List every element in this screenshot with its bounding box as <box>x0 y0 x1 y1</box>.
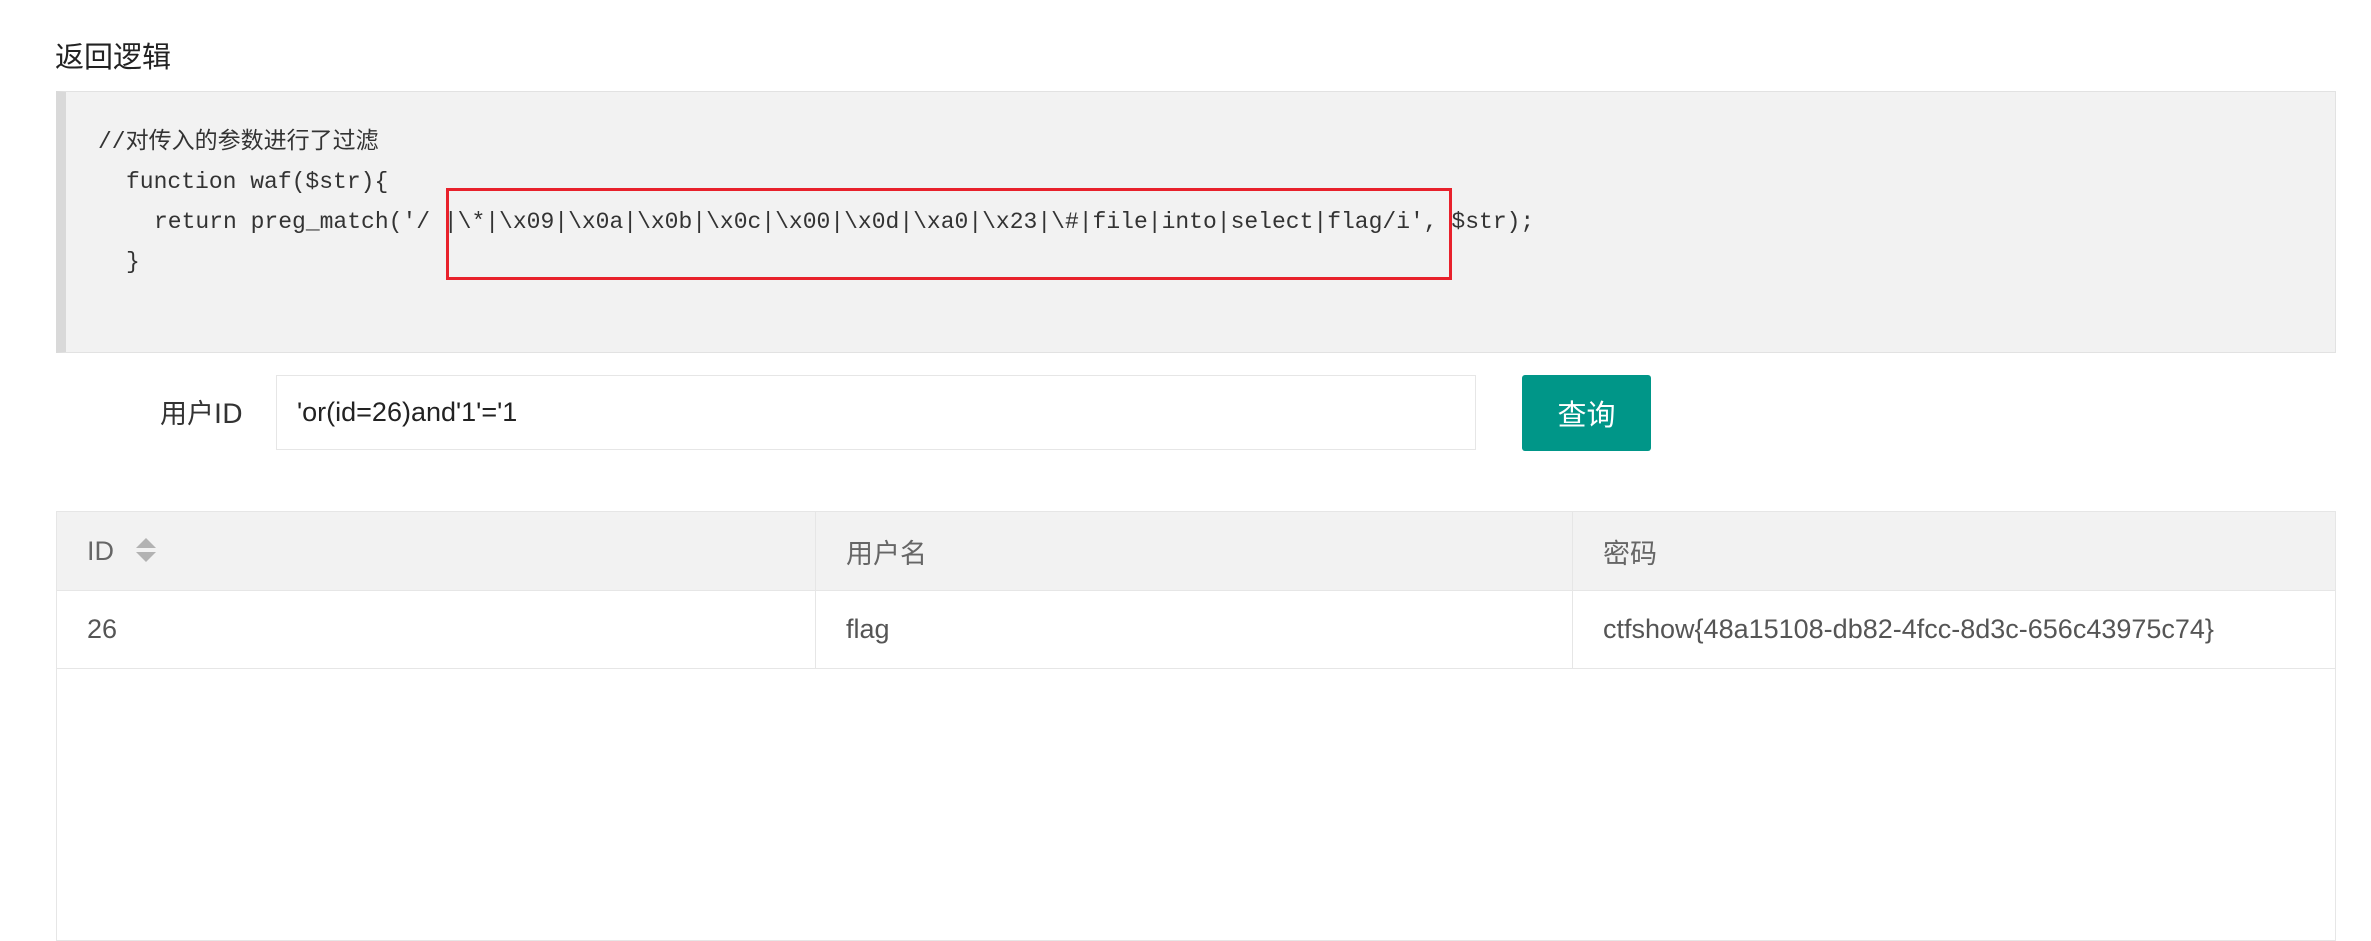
header-password: 密码 <box>1603 538 1657 570</box>
code-function-line: function waf($str){ <box>126 169 389 195</box>
query-button[interactable]: 查询 <box>1522 375 1651 451</box>
cell-username: flag <box>816 591 1573 668</box>
cell-password: ctfshow{48a15108-db82-4fcc-8d3c-656c4397… <box>1603 614 2214 644</box>
userid-input[interactable] <box>276 375 1476 450</box>
cell-id: 26 <box>57 591 816 668</box>
result-table: ID 用户名 密码 26 flag ctfshow{48a15108-db82-… <box>56 511 2336 941</box>
sort-icon[interactable] <box>136 538 156 564</box>
table-header: ID 用户名 密码 <box>57 512 2335 591</box>
header-id-label: ID <box>87 535 114 566</box>
sort-asc-icon[interactable] <box>136 538 156 548</box>
code-comment-line: //对传入的参数进行了过滤 <box>98 129 379 155</box>
code-return-line: return preg_match('/ |\*|\x09|\x0a|\x0b|… <box>154 209 1535 235</box>
header-id[interactable]: ID <box>57 512 816 590</box>
userid-label: 用户ID <box>160 399 243 430</box>
code-block: //对传入的参数进行了过滤 function waf($str){ return… <box>56 91 2336 353</box>
code-closing-brace-line: } <box>126 249 140 275</box>
sort-desc-icon[interactable] <box>136 552 156 562</box>
header-username: 用户名 <box>816 512 1573 590</box>
section-title: 返回逻辑 <box>55 40 172 74</box>
table-row: 26 flag ctfshow{48a15108-db82-4fcc-8d3c-… <box>57 591 2335 669</box>
